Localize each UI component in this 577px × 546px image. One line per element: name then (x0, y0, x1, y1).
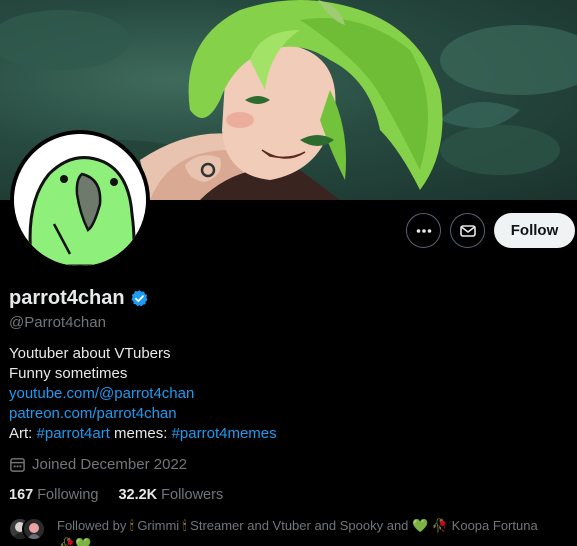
memes-label: memes: (109, 425, 172, 442)
following-count: 167 (9, 487, 34, 503)
followed-by-line-2: 🥀💚 (59, 535, 91, 546)
follower-avatar-2 (22, 517, 46, 541)
green-heart-icon: 💚 (75, 537, 92, 546)
candle-icon: 🕯 (129, 518, 134, 533)
followers-count: 32.2K (118, 487, 158, 503)
followed-by-prefix: Followed by (57, 518, 130, 533)
joined-text: Joined December 2022 (32, 456, 188, 473)
message-icon (459, 224, 476, 237)
follower-name-1: Grimmi (137, 518, 180, 533)
bio-line-2: Funny sometimes (9, 365, 128, 382)
display-name: parrot4chan (9, 287, 125, 309)
verified-badge-icon[interactable] (130, 289, 149, 308)
follow-button[interactable]: Follow (494, 213, 575, 248)
profile-avatar[interactable] (10, 130, 150, 270)
follower-name-3: Koopa Fortuna (451, 518, 538, 533)
green-heart-icon: 💚 (412, 518, 429, 533)
tulip-icon: 🥀 (59, 537, 76, 546)
user-handle: @Parrot4chan (9, 314, 106, 331)
profile-page: Follow parrot4chan @Parrot4chan Youtuber… (0, 0, 577, 546)
followed-by-text: Followed by 🕯 Grimmi 🕯 Streamer and Vtub… (57, 516, 577, 535)
follower-name-2: Streamer and Vtuber and Spooky and (190, 518, 409, 533)
hashtag-art-link[interactable]: #parrot4art (37, 425, 110, 442)
followers-label: Followers (161, 487, 224, 503)
name-row: parrot4chan (9, 287, 149, 310)
candle-icon: 🕯 (182, 518, 187, 533)
more-icon (416, 228, 431, 233)
bio-line-art: Art: #parrot4art memes: #parrot4memes (9, 424, 277, 444)
bio-line-1: Youtuber about VTubers (9, 345, 171, 362)
follow-stats: 167 Following 32.2K Followers (9, 487, 223, 503)
hashtag-memes-link[interactable]: #parrot4memes (172, 425, 277, 442)
following-label: Following (37, 487, 99, 503)
parrot-avatar-image (14, 134, 146, 266)
youtube-link[interactable]: youtube.com/@parrot4chan (9, 385, 194, 402)
followers-link[interactable]: 32.2K Followers (118, 487, 223, 503)
joined-date: Joined December 2022 (9, 456, 187, 473)
followed-by-avatars (8, 517, 48, 543)
patreon-link[interactable]: patreon.com/parrot4chan (9, 405, 177, 422)
more-button[interactable] (406, 213, 441, 248)
message-button[interactable] (450, 213, 485, 248)
tulip-icon: 🥀 (431, 518, 449, 533)
following-link[interactable]: 167 Following (9, 487, 98, 503)
art-label: Art: (9, 425, 37, 442)
profile-bio: Youtuber about VTubers Funny sometimes y… (9, 344, 277, 444)
calendar-icon (10, 458, 25, 472)
